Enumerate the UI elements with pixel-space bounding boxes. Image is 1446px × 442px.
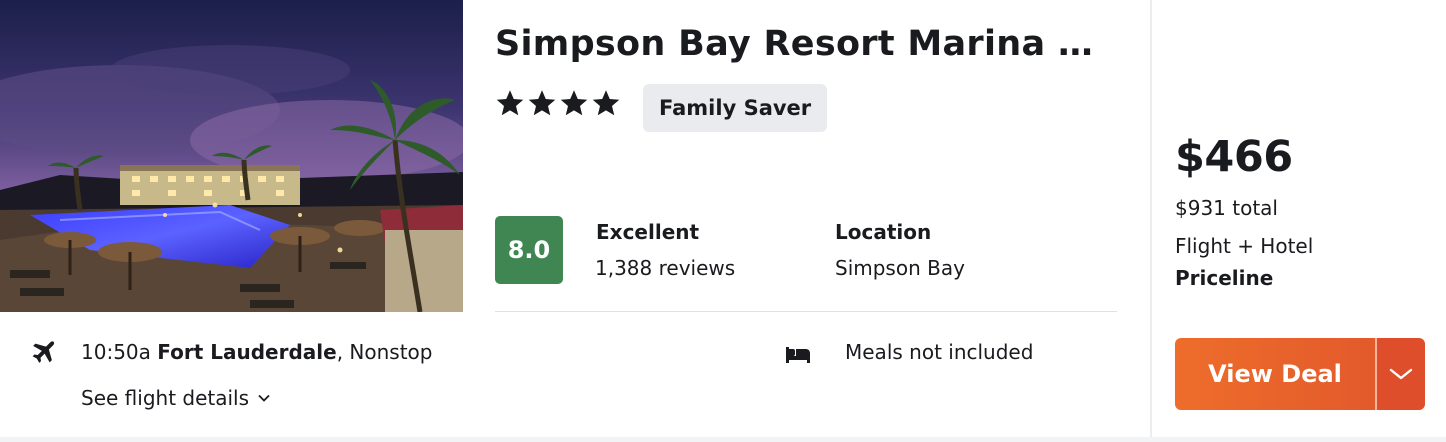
- chevron-down-icon: [1389, 368, 1413, 380]
- section-divider: [495, 311, 1117, 312]
- location-label: Location: [835, 220, 932, 244]
- chevron-down-icon: [258, 394, 270, 402]
- more-deals-toggle[interactable]: [1377, 338, 1425, 410]
- airplane-icon: [26, 338, 58, 372]
- view-deal-button-group[interactable]: View Deal: [1175, 338, 1425, 410]
- stops-info: , Nonstop: [336, 340, 433, 364]
- origin-city: Fort Lauderdale: [157, 340, 337, 364]
- bed-icon: [784, 341, 812, 371]
- star-rating: [495, 88, 621, 124]
- departure-time: 10:50a: [81, 340, 158, 364]
- provider-name: Priceline: [1175, 266, 1274, 290]
- view-deal-button[interactable]: View Deal: [1175, 338, 1375, 410]
- deal-card[interactable]: Simpson Bay Resort Marina & S… Family Sa…: [0, 0, 1446, 442]
- price-total: $931 total: [1175, 196, 1278, 220]
- flight-summary: 10:50a Fort Lauderdale, Nonstop: [81, 340, 432, 364]
- location-value: Simpson Bay: [835, 256, 965, 280]
- rating-label: Excellent: [596, 220, 700, 244]
- column-divider: [1150, 0, 1152, 442]
- star-icon: [592, 90, 620, 116]
- meals-info: Meals not included: [845, 340, 1034, 364]
- review-score-badge: 8.0: [495, 216, 563, 284]
- hotel-photo[interactable]: [0, 0, 463, 312]
- review-count: 1,388 reviews: [595, 256, 736, 280]
- star-icon: [496, 90, 524, 116]
- see-flight-details-label: See flight details: [81, 386, 250, 410]
- price-per-person: $466: [1175, 132, 1293, 182]
- star-icon: [560, 90, 588, 116]
- family-saver-badge: Family Saver: [643, 84, 828, 132]
- star-icon: [528, 90, 556, 116]
- see-flight-details-link[interactable]: See flight details: [81, 386, 271, 410]
- hotel-name[interactable]: Simpson Bay Resort Marina & S…: [495, 24, 1120, 64]
- card-bottom-border: [0, 437, 1446, 442]
- package-type: Flight + Hotel: [1175, 234, 1314, 258]
